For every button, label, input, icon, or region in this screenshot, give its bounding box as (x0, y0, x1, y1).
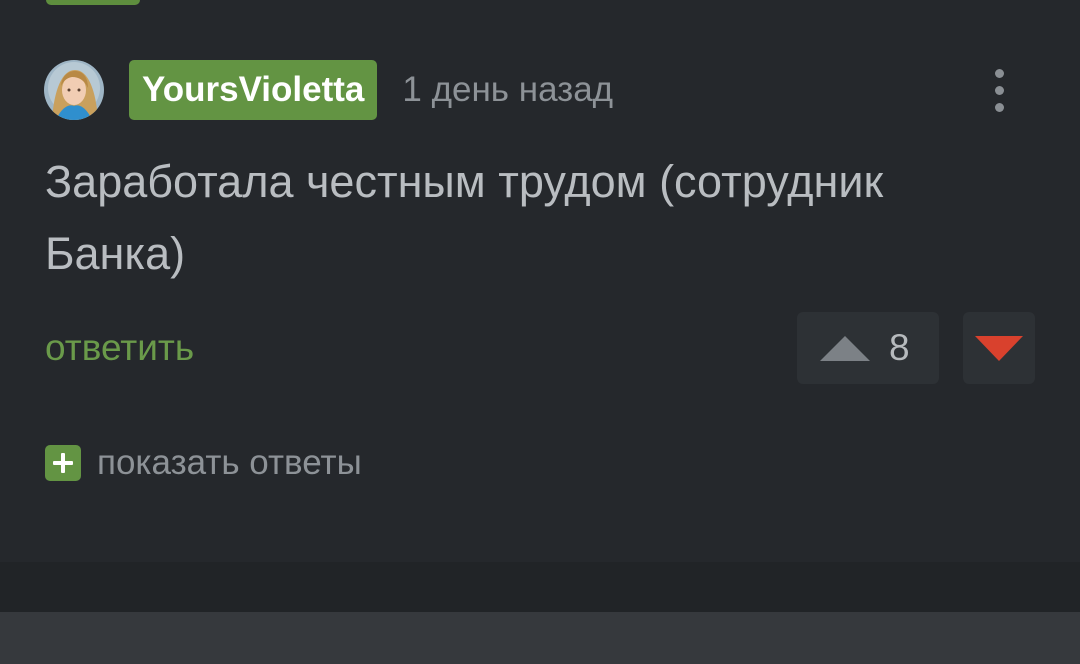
menu-dot (994, 68, 1004, 78)
reply-link[interactable]: ответить (45, 324, 194, 372)
comment-header: YoursVioletta 1 день назад (44, 60, 613, 120)
username-badge[interactable]: YoursVioletta (129, 60, 378, 120)
comment-text: Заработала честным трудом (сотрудник Бан… (45, 156, 884, 279)
more-vertical-icon[interactable] (978, 62, 1020, 118)
next-section-strip (0, 612, 1080, 664)
menu-dot (994, 85, 1004, 95)
comment-timestamp: 1 день назад (402, 70, 614, 109)
downvote-button[interactable] (963, 312, 1035, 384)
comment-divider (0, 562, 1080, 612)
plus-icon (45, 445, 81, 481)
comment-page: YoursVioletta 1 день назад Заработала че… (0, 0, 1080, 664)
triangle-down-icon (975, 336, 1023, 361)
show-replies-label: показать ответы (97, 443, 362, 482)
avatar[interactable] (44, 60, 104, 120)
upvote-button[interactable]: 8 (797, 312, 939, 384)
previous-comment-edge (46, 0, 140, 5)
triangle-up-icon (820, 336, 870, 361)
menu-dot (994, 102, 1004, 112)
show-replies-button[interactable]: показать ответы (45, 443, 362, 482)
rating-count: 8 (889, 327, 910, 368)
